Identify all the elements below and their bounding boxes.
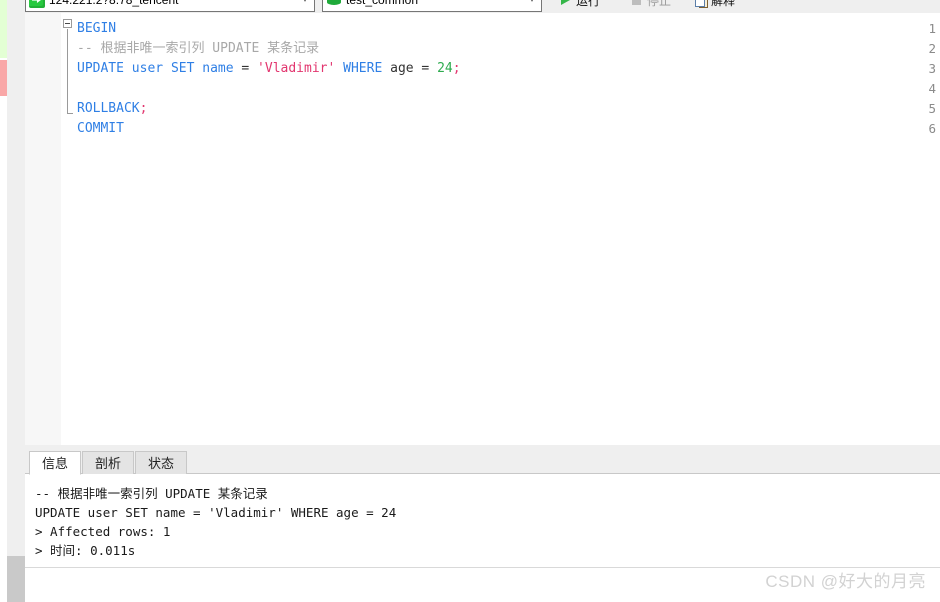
stop-button-label: 停止: [647, 0, 672, 8]
line-number: 4: [928, 81, 936, 96]
result-tab-2[interactable]: 状态: [135, 451, 188, 474]
output-line: > Affected rows: 1: [35, 524, 171, 539]
code-token: 'Vladimir': [257, 61, 336, 76]
stop-button[interactable]: 停止: [629, 0, 671, 11]
database-icon: [326, 0, 342, 8]
code-token: BEGIN: [77, 21, 117, 36]
result-tab-1[interactable]: 剖析: [82, 451, 135, 474]
database-selector[interactable]: test_common ▾: [322, 0, 542, 12]
marker-segment-red: [0, 60, 7, 96]
code-folding-column[interactable]: [61, 13, 75, 445]
explain-icon: [693, 0, 708, 8]
result-tab-bar[interactable]: 信息 剖析 状态: [25, 450, 940, 475]
fold-range-line: [67, 29, 68, 113]
code-line[interactable]: [77, 79, 85, 99]
code-token: user: [131, 61, 164, 76]
line-number: 1: [928, 21, 936, 36]
code-line[interactable]: -- 根据非唯一索引列 UPDATE 某条记录: [77, 39, 319, 59]
fold-toggle-icon[interactable]: [63, 19, 72, 28]
code-token: -- 根据非唯一索引列 UPDATE 某条记录: [77, 41, 320, 56]
explain-button-label: 解释: [711, 0, 736, 8]
explain-button[interactable]: 解释: [693, 0, 735, 11]
watermark: CSDN @好大的月亮: [765, 572, 926, 591]
fold-range-end: [67, 113, 73, 114]
result-tab-0[interactable]: 信息: [29, 451, 82, 475]
output-line: -- 根据非唯一索引列 UPDATE 某条记录: [35, 486, 268, 501]
code-token: SET: [170, 61, 195, 76]
code-line[interactable]: COMMIT: [77, 119, 124, 139]
run-button[interactable]: 运行: [558, 0, 600, 11]
stop-icon: [629, 0, 644, 8]
code-token: WHERE: [343, 61, 383, 76]
run-button-label: 运行: [576, 0, 601, 8]
line-number: 2: [928, 41, 936, 56]
output-line: UPDATE user SET name = 'Vladimir' WHERE …: [35, 505, 397, 520]
code-token: ;: [139, 101, 148, 116]
code-token: COMMIT: [77, 121, 124, 136]
output-line: > 时间: 0.011s: [35, 543, 136, 558]
code-token: =: [233, 61, 258, 76]
left-marker-strip: [0, 0, 7, 602]
code-line[interactable]: ROLLBACK;: [77, 99, 147, 119]
top-toolbar: 124.221.2?8.78_tencent ▾ test_common ▾ 运…: [7, 0, 940, 13]
sql-editor-panel[interactable]: 1 2 3 4 5 6 BEGIN -- 根据非唯一索引列 UPDATE 某条记录 UPDAT…: [25, 13, 940, 445]
code-token: ROLLBACK: [77, 101, 140, 116]
code-token: =: [413, 61, 438, 76]
line-number: 5: [928, 101, 936, 116]
code-area[interactable]: 1 2 3 4 5 6 BEGIN -- 根据非唯一索引列 UPDATE 某条记录 UPDAT…: [25, 13, 940, 445]
database-value: test_common: [346, 0, 419, 7]
line-number: 3: [928, 61, 936, 76]
marker-segment-green: [0, 0, 7, 58]
code-token: name: [202, 61, 234, 76]
line-number: 6: [928, 121, 936, 136]
chevron-down-icon[interactable]: ▾: [298, 0, 312, 4]
code-token: UPDATE: [77, 61, 124, 76]
left-scroll-tail: [7, 556, 25, 602]
code-token: ;: [452, 61, 461, 76]
connection-selector[interactable]: 124.221.2?8.78_tencent ▾: [25, 0, 315, 12]
code-token: 24: [437, 61, 453, 76]
code-line[interactable]: BEGIN: [77, 19, 116, 39]
code-token: age: [390, 61, 414, 76]
play-icon: [558, 0, 573, 8]
connection-value: 124.221.2?8.78_tencent: [49, 0, 179, 7]
code-line[interactable]: UPDATE user SET name = 'Vladimir' WHERE …: [77, 59, 461, 79]
chevron-down-icon[interactable]: ▾: [525, 0, 539, 4]
line-number-gutter: [25, 13, 61, 445]
connection-icon: [29, 0, 45, 8]
